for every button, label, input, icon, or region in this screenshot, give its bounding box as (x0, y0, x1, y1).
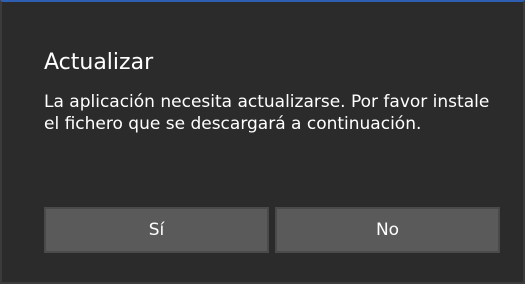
yes-button[interactable]: Sí (44, 207, 269, 253)
dialog-title: Actualizar (44, 50, 154, 75)
no-button[interactable]: No (275, 207, 500, 253)
dialog-message: La aplicación necesita actualizarse. Por… (44, 92, 490, 134)
dialog-button-row: Sí No (44, 207, 500, 253)
update-dialog: Actualizar La aplicación necesita actual… (0, 0, 525, 284)
